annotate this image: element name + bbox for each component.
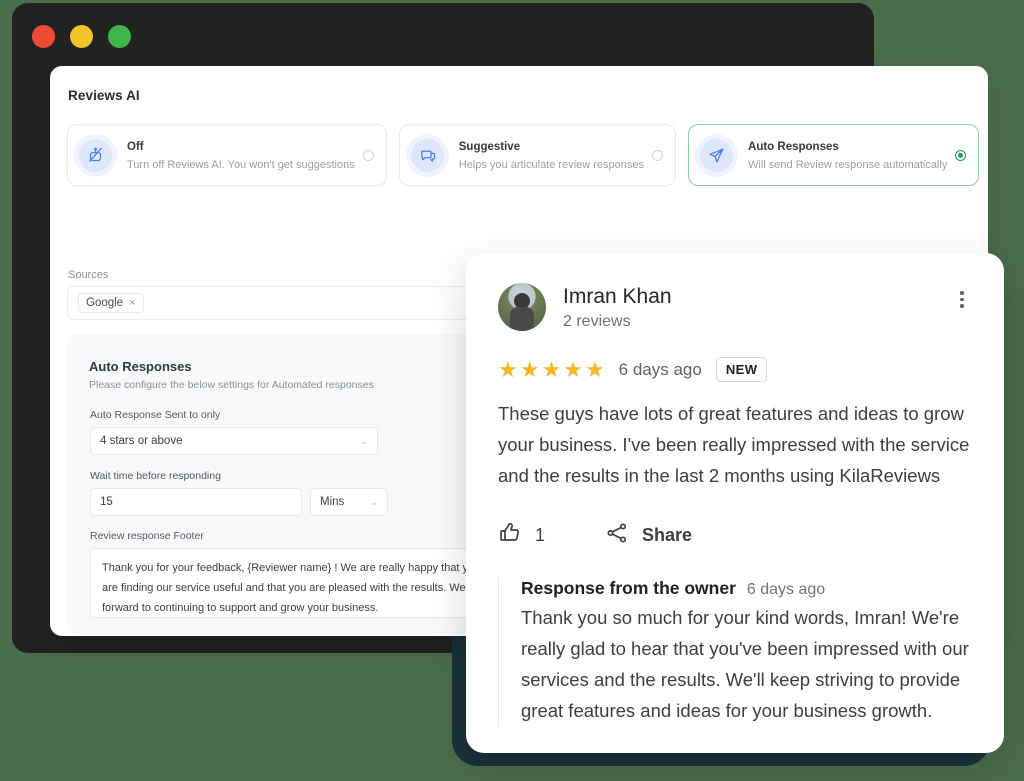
screenshot-stage: Reviews AI Off Turn off Reviews AI. You …	[0, 0, 1024, 781]
like-count: 1	[535, 525, 546, 545]
mode-card-suggestive[interactable]: Suggestive Helps you articulate review r…	[398, 124, 677, 186]
mode-text-auto-responses: Auto Responses Will send Review response…	[748, 137, 947, 173]
avatar	[498, 283, 546, 331]
close-icon[interactable]: ×	[129, 297, 135, 309]
chevron-down-icon: ⌄	[360, 435, 368, 446]
star-filter-label: Auto Response Sent to only	[90, 409, 221, 421]
star-icon: ★	[584, 356, 605, 382]
mode-text-suggestive: Suggestive Helps you articulate review r…	[459, 137, 644, 173]
maximize-window-button[interactable]	[108, 25, 131, 48]
star-icon: ★	[519, 356, 540, 382]
settings-subtitle: Please configure the below settings for …	[89, 379, 374, 391]
mode-options-group: Off Turn off Reviews AI. You won't get s…	[67, 124, 980, 186]
star-icon: ★	[563, 356, 583, 382]
settings-title: Auto Responses	[89, 359, 192, 374]
response-footer-textarea[interactable]: Thank you for your feedback, {Reviewer n…	[90, 548, 510, 618]
kebab-menu-icon[interactable]	[952, 283, 972, 308]
star-icon: ★	[541, 356, 562, 382]
response-footer-group: Review response Footer Thank you for you…	[90, 530, 510, 618]
mode-card-auto-responses[interactable]: Auto Responses Will send Review response…	[688, 124, 980, 186]
wait-time-unit-value: Mins	[320, 496, 345, 508]
thumbs-up-icon	[498, 521, 522, 550]
share-label: Share	[642, 525, 693, 545]
share-action[interactable]: Share	[605, 521, 692, 550]
mode-name-off: Off	[127, 141, 144, 153]
star-filter-value: 4 stars or above	[100, 435, 183, 447]
response-footer-label: Review response Footer	[90, 530, 204, 542]
rating-stars: ★ ★ ★ ★ ★	[498, 356, 605, 382]
review-date: 6 days ago	[618, 359, 702, 379]
wait-time-value: 15	[100, 496, 113, 508]
wait-time-row: 15 Mins ⌄	[90, 488, 388, 516]
sources-label: Sources	[68, 269, 109, 281]
status-badge: NEW	[715, 357, 768, 382]
page-title: Reviews AI	[68, 88, 140, 103]
mode-radio-suggestive[interactable]	[652, 149, 664, 161]
source-chip-google[interactable]: Google ×	[78, 293, 144, 313]
paper-plane-icon	[700, 138, 734, 172]
mode-name-suggestive: Suggestive	[458, 141, 521, 153]
share-icon	[605, 521, 629, 550]
mode-card-off[interactable]: Off Turn off Reviews AI. You won't get s…	[67, 124, 387, 186]
reviewer-identity: Imran Khan 2 reviews	[563, 283, 952, 333]
star-filter-select[interactable]: 4 stars or above ⌄	[90, 427, 378, 455]
wait-time-unit-select[interactable]: Mins ⌄	[310, 488, 388, 516]
mode-text-off: Off Turn off Reviews AI. You won't get s…	[127, 137, 355, 173]
wait-time-group: Wait time before responding 15 Mins ⌄	[90, 470, 388, 516]
star-filter-group: Auto Response Sent to only 4 stars or ab…	[90, 409, 378, 455]
like-action[interactable]: 1	[498, 521, 545, 550]
minimize-window-button[interactable]	[70, 25, 93, 48]
mode-desc-auto-responses: Will send Review response automatically	[748, 159, 948, 171]
traffic-light-buttons	[32, 25, 131, 48]
review-meta: ★ ★ ★ ★ ★ 6 days ago NEW	[498, 357, 972, 382]
review-header: Imran Khan 2 reviews	[498, 283, 972, 333]
owner-response-header: Response from the owner 6 days ago	[521, 578, 972, 599]
reviewer-name: Imran Khan	[563, 285, 672, 308]
reviewer-review-count: 2 reviews	[563, 313, 631, 330]
owner-response-text: Thank you so much for your kind words, I…	[521, 607, 969, 721]
review-text: These guys have lots of great features a…	[498, 403, 970, 486]
mode-radio-auto-responses[interactable]	[955, 149, 967, 161]
owner-response-title: Response from the owner	[521, 578, 736, 598]
star-icon: ★	[498, 356, 518, 382]
wait-time-input[interactable]: 15	[90, 488, 302, 516]
mode-desc-off: Turn off Reviews AI. You won't get sugge…	[127, 159, 355, 171]
mode-name-auto-responses: Auto Responses	[748, 141, 839, 153]
mode-radio-off[interactable]	[362, 149, 374, 161]
chevron-down-icon: ⌄	[370, 496, 378, 507]
review-card: Imran Khan 2 reviews ★ ★ ★ ★ ★ 6 days ag…	[466, 253, 1004, 753]
chat-bubble-icon	[410, 138, 444, 172]
review-actions: 1 Share	[498, 521, 972, 550]
source-chip-label: Google	[86, 297, 124, 309]
close-window-button[interactable]	[32, 25, 55, 48]
mode-desc-suggestive: Helps you articulate review responses	[458, 159, 645, 171]
wait-time-label: Wait time before responding	[90, 470, 221, 482]
owner-response: Response from the owner 6 days ago Thank…	[498, 578, 972, 726]
robot-off-icon	[79, 138, 112, 172]
owner-response-date: 6 days ago	[746, 581, 826, 598]
